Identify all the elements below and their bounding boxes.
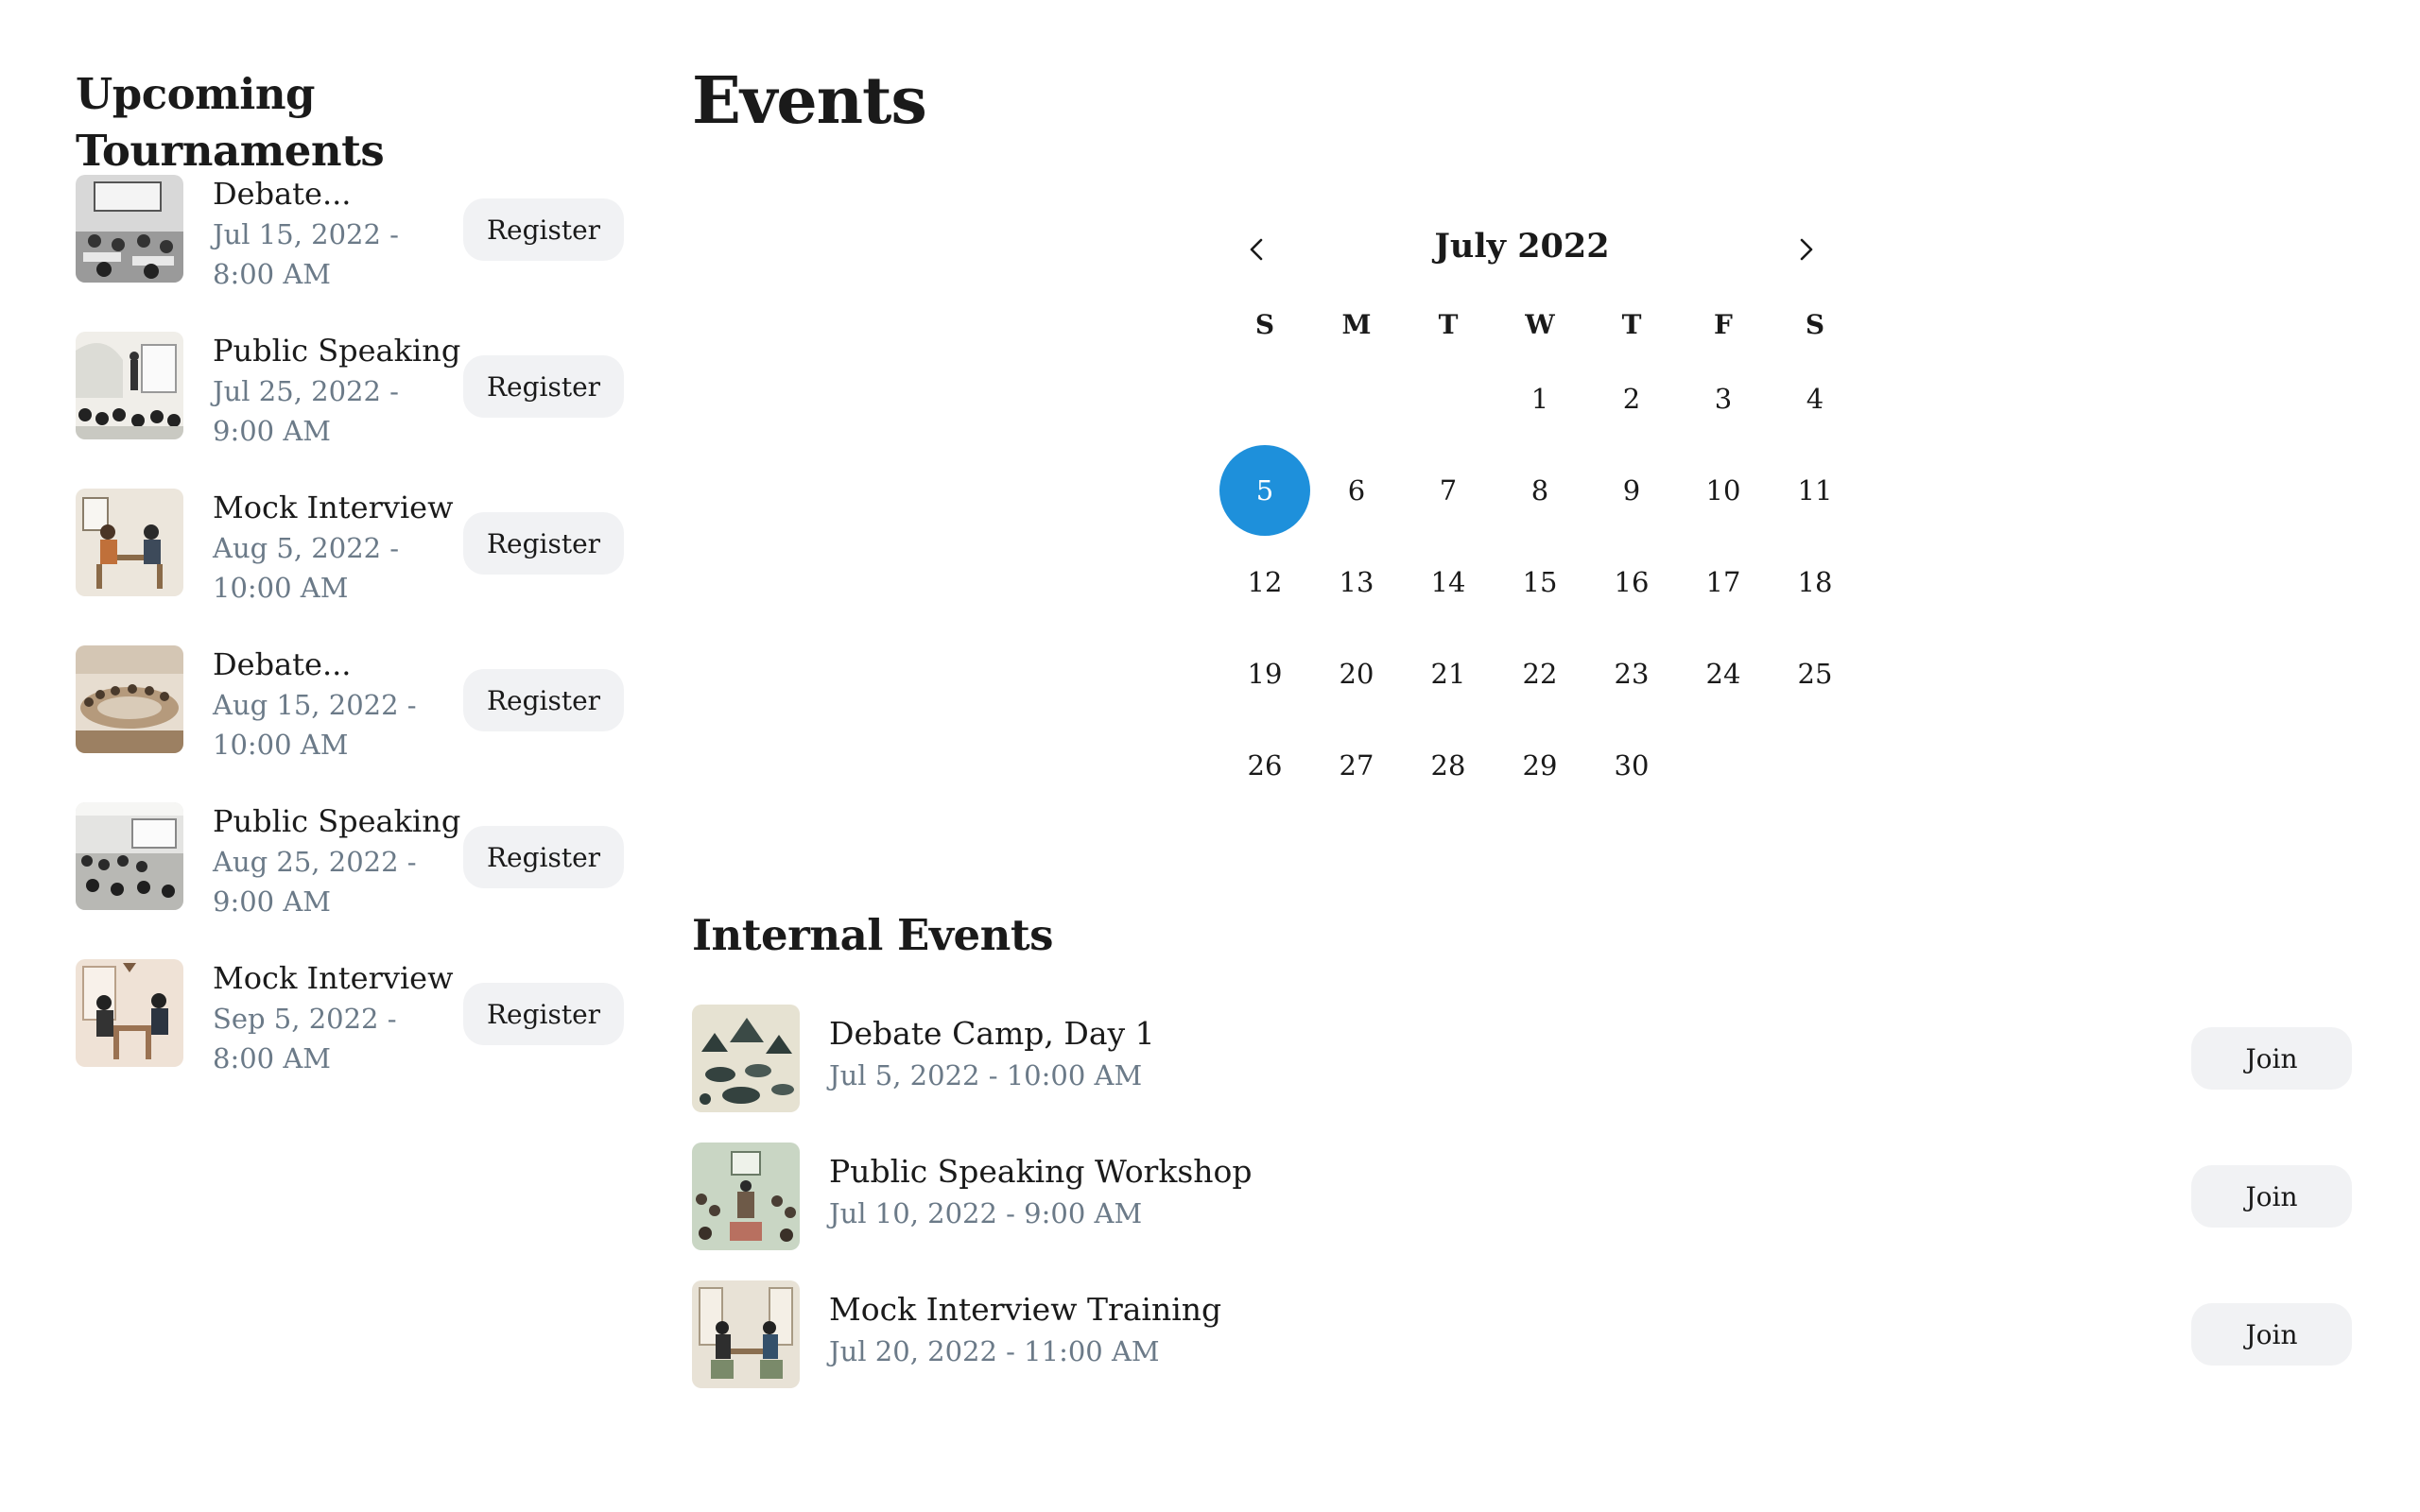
tournament-name: Debate... xyxy=(213,176,352,212)
debate-hall-image xyxy=(76,645,183,753)
internal-events-title: Internal Events xyxy=(692,910,1053,960)
page-title: Events xyxy=(692,63,927,139)
calendar-day[interactable]: 7 xyxy=(1403,445,1494,536)
tournament-name: Debate... xyxy=(213,646,352,682)
calendar-day[interactable]: 19 xyxy=(1219,628,1310,719)
tournament-date: Aug 5, 2022 - 10:00 AM xyxy=(213,532,400,604)
tournament-name: Public Speaking xyxy=(213,803,461,839)
event-date: Jul 10, 2022 - 9:00 AM xyxy=(829,1197,1143,1229)
calendar-day[interactable]: 21 xyxy=(1403,628,1494,719)
list-item: Debate... Jul 15, 2022 - 8:00 AM Registe… xyxy=(76,173,633,315)
chevron-right-icon xyxy=(1800,238,1813,261)
weekday-header: S xyxy=(1805,309,1825,340)
calendar-day[interactable]: 24 xyxy=(1678,628,1769,719)
calendar-day[interactable]: 23 xyxy=(1586,628,1677,719)
weekday-header: T xyxy=(1438,309,1459,340)
register-button[interactable]: Register xyxy=(463,983,624,1045)
weekday-header: T xyxy=(1621,309,1642,340)
tournament-info: Debate... Jul 15, 2022 - 8:00 AM xyxy=(213,173,440,294)
calendar-day[interactable]: 22 xyxy=(1495,628,1585,719)
tournament-info: Debate... Aug 15, 2022 - 10:00 AM xyxy=(213,644,440,765)
calendar-day[interactable]: 14 xyxy=(1403,537,1494,627)
event-date: Jul 20, 2022 - 11:00 AM xyxy=(829,1335,1160,1367)
calendar-day[interactable]: 2 xyxy=(1586,353,1677,444)
calendar-day[interactable]: 16 xyxy=(1586,537,1677,627)
join-button[interactable]: Join xyxy=(2191,1027,2352,1090)
tournament-name: Public Speaking xyxy=(213,333,461,369)
camp-image xyxy=(692,1005,800,1112)
sidebar-title: Upcoming Tournaments xyxy=(76,69,385,176)
debate-classroom-image xyxy=(76,175,183,283)
calendar-day[interactable]: 3 xyxy=(1678,353,1769,444)
tournament-name: Mock Interview xyxy=(213,960,454,996)
calendar-day[interactable]: 6 xyxy=(1311,445,1402,536)
weekday-header: M xyxy=(1341,309,1372,340)
calendar-day[interactable]: 25 xyxy=(1770,628,1860,719)
calendar-day[interactable]: 11 xyxy=(1770,445,1860,536)
calendar-day[interactable]: 27 xyxy=(1311,720,1402,811)
register-button[interactable]: Register xyxy=(463,355,624,418)
tournament-date: Jul 15, 2022 - 8:00 AM xyxy=(213,218,399,290)
calendar-day[interactable]: 9 xyxy=(1586,445,1677,536)
calendar-day[interactable]: 4 xyxy=(1770,353,1860,444)
calendar-day-selected[interactable]: 5 xyxy=(1219,445,1310,536)
tournament-date: Jul 25, 2022 - 9:00 AM xyxy=(213,375,399,447)
tournament-date: Sep 5, 2022 - 8:00 AM xyxy=(213,1003,397,1074)
calendar-day[interactable]: 12 xyxy=(1219,537,1310,627)
mock-interview-image xyxy=(76,489,183,596)
list-item: Debate... Aug 15, 2022 - 10:00 AM Regist… xyxy=(76,644,633,785)
weekday-header: F xyxy=(1714,309,1733,340)
calendar-day[interactable]: 10 xyxy=(1678,445,1769,536)
list-item: Mock Interview Aug 5, 2022 - 10:00 AM Re… xyxy=(76,487,633,628)
calendar-day[interactable]: 18 xyxy=(1770,537,1860,627)
event-date: Jul 5, 2022 - 10:00 AM xyxy=(829,1059,1143,1091)
tournament-date: Aug 25, 2022 - 9:00 AM xyxy=(213,846,417,918)
lecture-hall-image xyxy=(76,802,183,910)
calendar-day[interactable]: 13 xyxy=(1311,537,1402,627)
register-button[interactable]: Register xyxy=(463,826,624,888)
tournament-info: Mock Interview Sep 5, 2022 - 8:00 AM xyxy=(213,957,454,1078)
list-item: Mock Interview Sep 5, 2022 - 8:00 AM Reg… xyxy=(76,957,633,1099)
list-item: Mock Interview Training Jul 20, 2022 - 1… xyxy=(692,1280,2356,1394)
public-speaking-image xyxy=(76,332,183,439)
event-name: Debate Camp, Day 1 xyxy=(829,1015,1155,1052)
event-info: Debate Camp, Day 1 Jul 5, 2022 - 10:00 A… xyxy=(829,1012,1155,1095)
event-info: Public Speaking Workshop Jul 10, 2022 - … xyxy=(829,1150,1253,1233)
calendar-day[interactable]: 29 xyxy=(1495,720,1585,811)
calendar-day[interactable]: 15 xyxy=(1495,537,1585,627)
calendar-day[interactable]: 17 xyxy=(1678,537,1769,627)
join-button[interactable]: Join xyxy=(2191,1303,2352,1366)
calendar-next-button[interactable] xyxy=(1777,221,1834,278)
list-item: Public Speaking Aug 25, 2022 - 9:00 AM R… xyxy=(76,800,633,942)
event-name: Mock Interview Training xyxy=(829,1291,1222,1328)
calendar-day[interactable]: 1 xyxy=(1495,353,1585,444)
calendar-day[interactable]: 8 xyxy=(1495,445,1585,536)
tournament-info: Public Speaking Jul 25, 2022 - 9:00 AM xyxy=(213,330,461,451)
tournament-date: Aug 15, 2022 - 10:00 AM xyxy=(213,689,417,761)
register-button[interactable]: Register xyxy=(463,669,624,731)
calendar-day[interactable]: 26 xyxy=(1219,720,1310,811)
weekday-header: S xyxy=(1254,309,1275,340)
interview-training-image xyxy=(692,1280,800,1388)
join-button[interactable]: Join xyxy=(2191,1165,2352,1228)
calendar-day[interactable]: 20 xyxy=(1311,628,1402,719)
tournament-name: Mock Interview xyxy=(213,490,454,525)
register-button[interactable]: Register xyxy=(463,198,624,261)
list-item: Public Speaking Jul 25, 2022 - 9:00 AM R… xyxy=(76,330,633,472)
calendar-day[interactable]: 28 xyxy=(1403,720,1494,811)
workshop-image xyxy=(692,1143,800,1250)
upcoming-tournaments-panel: Upcoming Tournaments Debate... Jul 15, 2… xyxy=(76,66,633,1074)
list-item: Public Speaking Workshop Jul 10, 2022 - … xyxy=(692,1143,2356,1256)
tournament-info: Public Speaking Aug 25, 2022 - 9:00 AM xyxy=(213,800,461,921)
calendar-month-label: July 2022 xyxy=(1434,227,1610,266)
event-name: Public Speaking Workshop xyxy=(829,1153,1253,1190)
weekday-header: W xyxy=(1525,309,1555,340)
calendar-day[interactable]: 30 xyxy=(1586,720,1677,811)
interview-room-image xyxy=(76,959,183,1067)
event-info: Mock Interview Training Jul 20, 2022 - 1… xyxy=(829,1288,1221,1371)
register-button[interactable]: Register xyxy=(463,512,624,575)
list-item: Debate Camp, Day 1 Jul 5, 2022 - 10:00 A… xyxy=(692,1005,2356,1118)
tournament-info: Mock Interview Aug 5, 2022 - 10:00 AM xyxy=(213,487,454,608)
